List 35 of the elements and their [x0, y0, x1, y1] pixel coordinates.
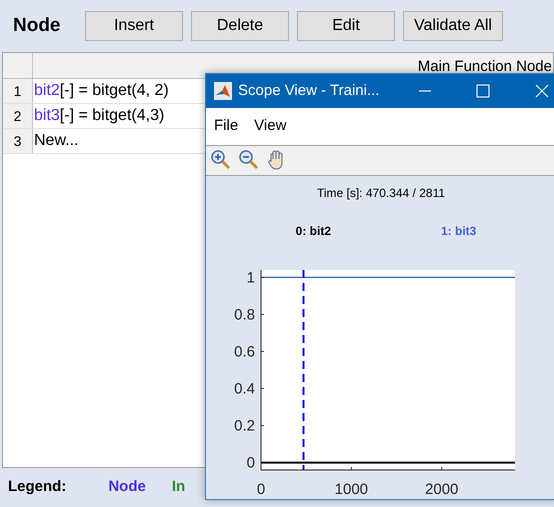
row-number: 1	[3, 79, 33, 103]
table-cell[interactable]: bit3[-] = bitget(4,3)	[33, 104, 164, 128]
x-tick-label: 1000	[334, 480, 368, 498]
x-tick-label: 0	[256, 480, 266, 498]
column-header: Main Function Node	[418, 57, 552, 77]
signal-label: 1: bit3	[441, 222, 476, 240]
toolbar-button[interactable]: Delete	[191, 11, 289, 41]
y-tick-label: 0.2	[234, 417, 255, 434]
table-cell[interactable]: New...	[33, 129, 78, 153]
x-tick-label: 2000	[425, 480, 458, 498]
row-number: 2	[3, 104, 33, 128]
zoom-out-icon[interactable]	[238, 149, 260, 172]
table-cell[interactable]: bit2[-] = bitget(4, 2)	[33, 79, 169, 103]
app-logo-icon	[214, 82, 232, 100]
time-readout: Time [s]: 470.344 / 2811	[316, 184, 446, 202]
toolbar-button[interactable]: Insert	[85, 11, 183, 41]
signal-label: 0: bit2	[296, 222, 331, 240]
row-number: 3	[3, 129, 33, 153]
y-tick-label: 0.8	[234, 306, 255, 324]
window-title: Scope View - Traini...	[238, 80, 380, 101]
close-icon[interactable]	[535, 84, 549, 98]
y-tick-label: 0.6	[234, 343, 255, 360]
toolbar-button[interactable]: Edit	[297, 11, 395, 41]
y-tick-label: 1	[246, 269, 255, 286]
legend-label: Legend:	[8, 476, 66, 497]
y-tick-label: 0	[246, 454, 255, 472]
legend-item: In	[172, 476, 186, 497]
menu-item[interactable]: File	[214, 115, 238, 138]
legend-item: Node	[108, 476, 146, 497]
node-title: Node	[13, 14, 62, 38]
toolbar-button[interactable]: Validate All	[403, 11, 503, 41]
maximize-icon[interactable]	[476, 84, 490, 98]
menu-item[interactable]: View	[254, 115, 286, 138]
y-tick-label: 0.4	[234, 380, 255, 398]
zoom-in-icon[interactable]	[210, 149, 232, 172]
